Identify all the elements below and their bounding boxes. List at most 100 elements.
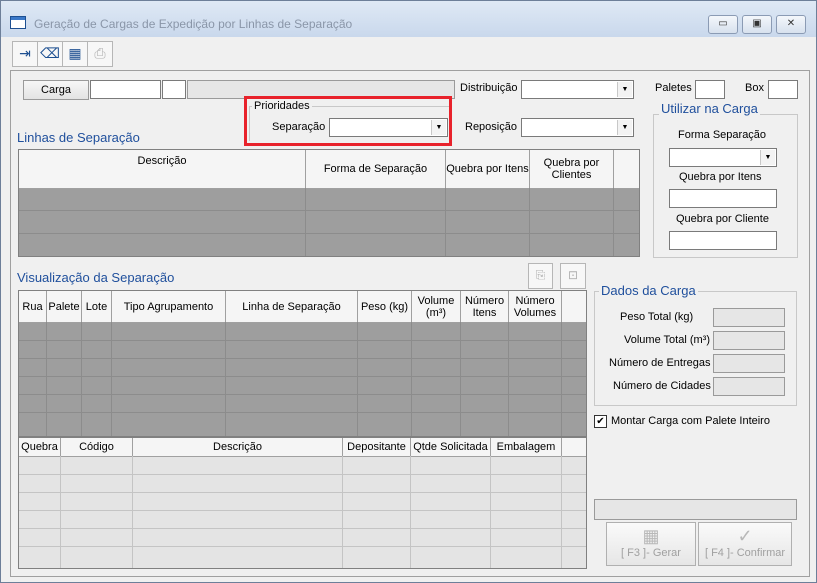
- clipboard-icon[interactable]: ⎘: [528, 263, 553, 289]
- grid-line: [490, 456, 491, 568]
- col-depositante[interactable]: Depositante: [343, 438, 411, 456]
- visualizacao-title: Visualização da Separação: [17, 270, 175, 285]
- forma-separacao-label: Forma Separação: [678, 129, 767, 141]
- box-label: Box: [745, 82, 764, 94]
- col-linha-separacao[interactable]: Linha de Separação: [226, 291, 358, 322]
- col-quebra[interactable]: Quebra: [19, 438, 61, 456]
- distribuicao-select[interactable]: ▼: [521, 80, 634, 99]
- peso-total-value: [713, 308, 785, 327]
- highlight-box: [244, 96, 452, 146]
- grid-line: [529, 188, 530, 256]
- grid-line: [19, 340, 586, 341]
- minimize-button[interactable]: ▭: [708, 15, 738, 34]
- visualizacao-header: Rua Palete Lote Tipo Agrupamento Linha d…: [19, 291, 586, 323]
- folder-check-icon[interactable]: ⊡: [560, 263, 586, 289]
- quebra-cliente-label: Quebra por Cliente: [676, 213, 769, 225]
- chevron-down-icon: ▼: [760, 150, 775, 165]
- col-lote[interactable]: Lote: [82, 291, 112, 322]
- col-descricao-item[interactable]: Descrição: [133, 438, 343, 456]
- gerar-button[interactable]: ▦ [ F3 ]- Gerar: [606, 522, 696, 566]
- grid-line: [132, 456, 133, 568]
- eraser-icon[interactable]: ⌫: [37, 41, 63, 67]
- reposicao-label: Reposição: [465, 121, 517, 133]
- peso-total-label: Peso Total (kg): [620, 311, 694, 323]
- grid-line: [19, 492, 586, 493]
- carga-input[interactable]: [90, 80, 161, 99]
- volume-total-label: Volume Total (m³): [624, 334, 710, 346]
- window-icon: [10, 16, 26, 29]
- checkmark-icon: ✓: [737, 526, 753, 546]
- volume-total-value: [713, 331, 785, 350]
- grid-line: [613, 188, 614, 256]
- grid-line: [19, 358, 586, 359]
- grid-line: [342, 456, 343, 568]
- grid-line: [305, 188, 306, 256]
- paletes-input[interactable]: [695, 80, 725, 99]
- grid-line: [410, 456, 411, 568]
- col-codigo[interactable]: Código: [61, 438, 133, 456]
- confirmar-button[interactable]: ✓ [ F4 ]- Confirmar: [698, 522, 792, 566]
- grid-line: [19, 233, 639, 234]
- col-quebra-itens[interactable]: Quebra por Itens: [446, 150, 530, 188]
- grid-line: [19, 412, 586, 413]
- detalhe-header: Quebra Código Descrição Depositante Qtde…: [19, 438, 586, 457]
- grid-icon: ▦: [642, 526, 660, 546]
- close-button[interactable]: ✕: [776, 15, 806, 34]
- grid-line: [19, 474, 586, 475]
- grid-line: [561, 456, 562, 568]
- utilizar-legend: Utilizar na Carga: [659, 101, 760, 116]
- status-field: [594, 499, 797, 520]
- visualizacao-grid[interactable]: Rua Palete Lote Tipo Agrupamento Linha d…: [18, 290, 587, 437]
- numero-cidades-label: Número de Cidades: [613, 380, 711, 392]
- settings-grid-icon[interactable]: ▦: [62, 41, 88, 67]
- grid-line: [60, 456, 61, 568]
- col-quebra-clientes[interactable]: Quebra por Clientes: [530, 150, 614, 188]
- col-peso[interactable]: Peso (kg): [358, 291, 412, 322]
- grid-line: [19, 394, 586, 395]
- montar-carga-checkbox[interactable]: ✔: [594, 415, 607, 428]
- dados-legend: Dados da Carga: [599, 283, 698, 298]
- quebra-cliente-input[interactable]: [669, 231, 777, 250]
- numero-cidades-value: [713, 377, 785, 396]
- paletes-label: Paletes: [655, 82, 692, 94]
- col-tipo-agrupamento[interactable]: Tipo Agrupamento: [112, 291, 226, 322]
- distribuicao-label: Distribuição: [460, 82, 518, 94]
- chevron-down-icon: ▼: [617, 82, 632, 97]
- exit-icon[interactable]: ⇥: [12, 41, 38, 67]
- quebra-itens-input[interactable]: [669, 189, 777, 208]
- quebra-itens-label: Quebra por Itens: [679, 171, 762, 183]
- gerar-label: [ F3 ]- Gerar: [621, 547, 681, 559]
- col-descricao[interactable]: Descrição: [19, 150, 306, 188]
- title-bar: Geração de Cargas de Expedição por Linha…: [1, 1, 816, 37]
- col-palete[interactable]: Palete: [47, 291, 82, 322]
- confirmar-label: [ F4 ]- Confirmar: [704, 547, 786, 559]
- col-forma-separacao[interactable]: Forma de Separação: [306, 150, 446, 188]
- chevron-down-icon: ▼: [617, 120, 632, 135]
- col-volume[interactable]: Volume (m³): [412, 291, 461, 322]
- print-icon[interactable]: ⎙: [87, 41, 113, 67]
- linhas-title: Linhas de Separação: [17, 130, 140, 145]
- col-embalagem[interactable]: Embalagem: [491, 438, 562, 456]
- detalhe-grid[interactable]: Quebra Código Descrição Depositante Qtde…: [18, 437, 587, 569]
- box-input[interactable]: [768, 80, 798, 99]
- grid-line: [19, 528, 586, 529]
- col-rua[interactable]: Rua: [19, 291, 47, 322]
- grid-line: [19, 546, 586, 547]
- montar-carga-label: Montar Carga com Palete Inteiro: [611, 415, 770, 427]
- linhas-grid[interactable]: Descrição Forma de Separação Quebra por …: [18, 149, 640, 257]
- window-title: Geração de Cargas de Expedição por Linha…: [34, 17, 353, 31]
- carga-suffix-input[interactable]: [162, 80, 186, 99]
- reposicao-select[interactable]: ▼: [521, 118, 634, 137]
- grid-line: [445, 188, 446, 256]
- grid-line: [19, 210, 639, 211]
- carga-button[interactable]: Carga: [23, 80, 89, 100]
- col-numero-itens[interactable]: Número Itens: [461, 291, 509, 322]
- forma-separacao-select[interactable]: ▼: [669, 148, 777, 167]
- linhas-header: Descrição Forma de Separação Quebra por …: [19, 150, 639, 189]
- grid-line: [19, 510, 586, 511]
- grid-line: [19, 376, 586, 377]
- col-numero-volumes[interactable]: Número Volumes: [509, 291, 562, 322]
- col-qtde-solicitada[interactable]: Qtde Solicitada: [411, 438, 491, 456]
- numero-entregas-value: [713, 354, 785, 373]
- maximize-button[interactable]: ▣: [742, 15, 772, 34]
